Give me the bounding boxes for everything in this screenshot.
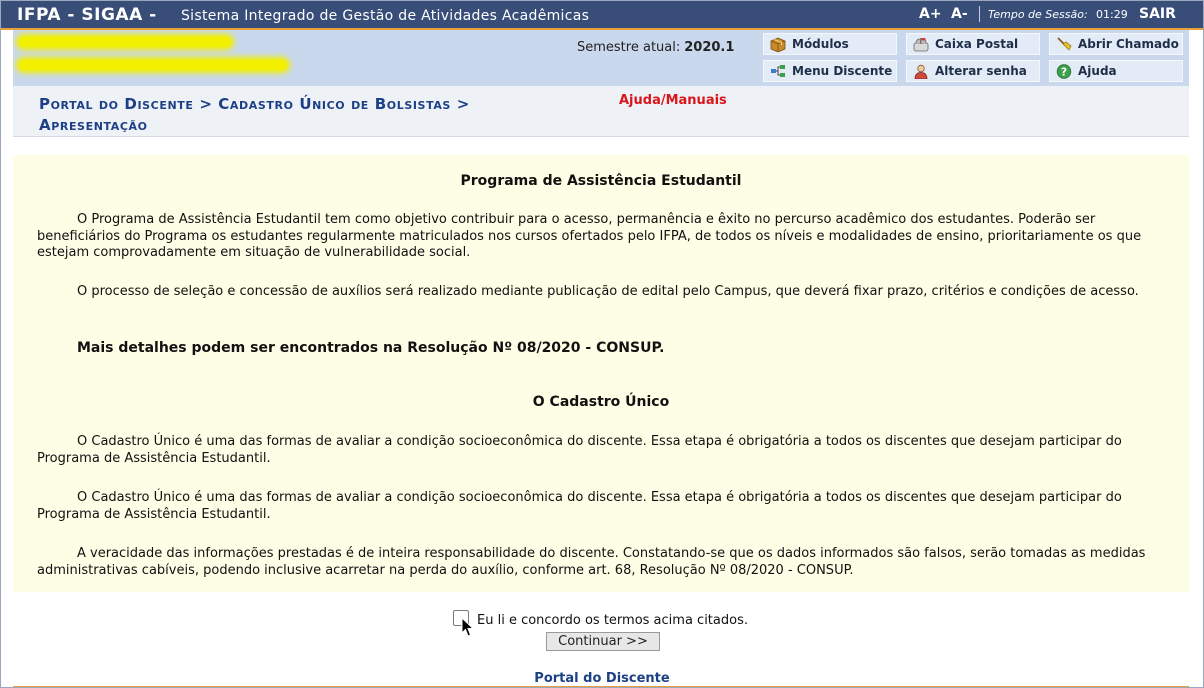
menu-discente-button[interactable]: Menu Discente bbox=[763, 60, 897, 82]
caixa-postal-label: Caixa Postal bbox=[935, 37, 1019, 51]
broom-icon bbox=[1057, 37, 1072, 51]
mouse-cursor-icon bbox=[461, 617, 475, 637]
paragraph-veracity: A veracidade das informações prestadas é… bbox=[37, 546, 1146, 578]
redacted-user-unit bbox=[19, 60, 287, 70]
session-label: Tempo de Sessão: bbox=[988, 8, 1088, 21]
breadcrumb: Portal do Discente > Cadastro Único de B… bbox=[39, 95, 470, 134]
mailbox-icon bbox=[913, 38, 929, 52]
section-title-cadastro: O Cadastro Único bbox=[532, 394, 670, 410]
session-timer: 01:29 bbox=[1096, 8, 1128, 21]
font-increase-button[interactable]: A+ bbox=[919, 6, 942, 22]
breadcrumb-band: Portal do Discente > Cadastro Único de B… bbox=[13, 86, 1189, 137]
font-decrease-button[interactable]: A- bbox=[951, 6, 968, 22]
modulos-label: Módulos bbox=[792, 37, 849, 51]
help-manuals-link[interactable]: Ajuda/Manuais bbox=[619, 93, 727, 108]
menu-discente-label: Menu Discente bbox=[792, 64, 893, 78]
terms-content: Programa de Assistência Estudantil O Pro… bbox=[13, 155, 1189, 592]
semester-value: 2020.1 bbox=[684, 40, 735, 55]
continue-button[interactable]: Continuar >> bbox=[546, 632, 660, 651]
abrir-chamado-label: Abrir Chamado bbox=[1078, 37, 1179, 51]
topbar-divider bbox=[979, 6, 980, 22]
paragraph-resolution: Mais detalhes podem ser encontrados na R… bbox=[77, 340, 665, 356]
alterar-senha-button[interactable]: Alterar senha bbox=[906, 60, 1040, 82]
caixa-postal-button[interactable]: Caixa Postal bbox=[906, 33, 1040, 55]
ajuda-label: Ajuda bbox=[1078, 64, 1117, 78]
paragraph-cadastro-2: O Cadastro Único é uma das formas de ava… bbox=[37, 490, 1122, 522]
brand-title: IFPA - SIGAA - bbox=[17, 5, 157, 25]
svg-text:?: ? bbox=[1061, 66, 1067, 79]
logout-button[interactable]: SAIR bbox=[1139, 6, 1176, 22]
paragraph-selection: O processo de seleção e concessão de aux… bbox=[77, 284, 1139, 299]
agree-label[interactable]: Eu li e concordo os termos acima citados… bbox=[477, 613, 748, 628]
modulos-button[interactable]: Módulos bbox=[763, 33, 897, 55]
sitemap-icon bbox=[771, 65, 785, 77]
alterar-senha-label: Alterar senha bbox=[935, 64, 1027, 78]
paragraph-program: O Programa de Assistência Estudantil tem… bbox=[37, 212, 1142, 260]
paragraph-cadastro-1: O Cadastro Único é uma das formas de ava… bbox=[37, 434, 1122, 466]
page-frame: IFPA - SIGAA - Sistema Integrado de Gest… bbox=[0, 0, 1204, 688]
semester-label: Semestre atual: bbox=[577, 40, 681, 55]
abrir-chamado-button[interactable]: Abrir Chamado bbox=[1049, 33, 1183, 55]
system-fullname: Sistema Integrado de Gestão de Atividade… bbox=[181, 8, 590, 24]
help-icon: ? bbox=[1056, 64, 1072, 79]
ajuda-button[interactable]: ? Ajuda bbox=[1049, 60, 1183, 82]
redacted-user-name bbox=[19, 37, 231, 47]
box-icon bbox=[770, 37, 786, 52]
portal-discente-link[interactable]: Portal do Discente bbox=[1, 671, 1203, 686]
user-info-panel: Semestre atual: 2020.1 Módulos Caixa Post… bbox=[13, 30, 1189, 86]
top-bar: IFPA - SIGAA - Sistema Integrado de Gest… bbox=[1, 1, 1203, 30]
user-icon bbox=[914, 64, 928, 79]
current-semester: Semestre atual: 2020.1 bbox=[577, 40, 734, 55]
section-title-program: Programa de Assistência Estudantil bbox=[460, 173, 742, 189]
